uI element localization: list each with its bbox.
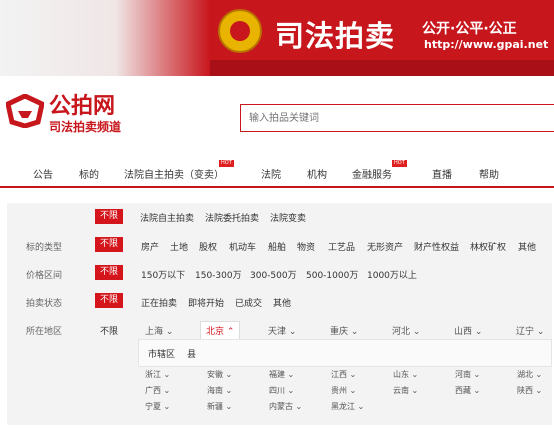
filter-option[interactable]: 1000万以上 xyxy=(367,268,417,281)
banner-fade xyxy=(0,0,210,76)
nav-item-court-auction[interactable]: 法院自主拍卖（变卖） xyxy=(124,166,224,181)
nav-item-announcement[interactable]: 公告 xyxy=(33,166,53,181)
filter-option[interactable]: 其他 xyxy=(273,296,291,309)
province-item[interactable]: 黑龙江 ⌄ xyxy=(331,401,364,412)
province-item[interactable]: 河南 ⌄ xyxy=(455,369,480,380)
filter-option[interactable]: 无形资产 xyxy=(367,240,403,253)
nav-item-help[interactable]: 帮助 xyxy=(479,166,499,181)
filter-unlimited-tag[interactable]: 不限 xyxy=(95,209,124,224)
filter-unlimited-tag[interactable]: 不限 xyxy=(95,293,124,308)
banner-title: 司法拍卖 xyxy=(275,19,396,53)
province-item[interactable]: 海南 ⌄ xyxy=(207,385,232,396)
site-logo-name[interactable]: 公拍网 xyxy=(49,88,115,120)
filter-option[interactable]: 已成交 xyxy=(235,296,262,309)
nav-item-court[interactable]: 法院 xyxy=(261,166,281,181)
filter-option[interactable]: 财产性权益 xyxy=(414,240,459,253)
filter-option[interactable]: 房产 xyxy=(141,240,159,253)
nav-item-subject[interactable]: 标的 xyxy=(79,166,99,181)
filter-unlimited-tag[interactable]: 不限 xyxy=(95,265,124,280)
nav-item-agency[interactable]: 机构 xyxy=(307,166,327,181)
province-item[interactable]: 河北 ⌄ xyxy=(392,324,420,337)
banner-url: http://www.gpai.net xyxy=(424,38,549,51)
province-item[interactable]: 天津 ⌄ xyxy=(268,324,296,337)
filter-option[interactable]: 500-1000万 xyxy=(306,268,358,281)
province-item[interactable]: 四川 ⌄ xyxy=(269,385,294,396)
hot-badge: HOT xyxy=(392,160,407,167)
province-item[interactable]: 辽宁 ⌄ xyxy=(516,324,544,337)
site-logo-subtitle: 司法拍卖频道 xyxy=(49,120,122,134)
filter-option[interactable]: 正在拍卖 xyxy=(141,296,177,309)
filter-option[interactable]: 300-500万 xyxy=(250,268,297,281)
filter-option[interactable]: 法院变卖 xyxy=(270,211,306,224)
top-banner: 司法拍卖 公开·公平·公正 http://www.gpai.net xyxy=(0,0,554,76)
gpai-logo-icon[interactable] xyxy=(6,94,44,128)
province-item[interactable]: 内蒙古 ⌄ xyxy=(269,401,302,412)
nav-item-live[interactable]: 直播 xyxy=(432,166,452,181)
filter-label-status: 拍卖状态 xyxy=(26,299,63,309)
filter-label-subject-type: 标的类型 xyxy=(26,243,63,253)
province-item[interactable]: 重庆 ⌄ xyxy=(330,324,358,337)
subregion-option[interactable]: 县 xyxy=(187,347,196,360)
province-item[interactable]: 陕西 ⌄ xyxy=(517,385,542,396)
filter-option[interactable]: 机动车 xyxy=(229,240,256,253)
filter-option[interactable]: 法院自主拍卖 xyxy=(140,211,194,224)
banner-slogan: 公开·公平·公正 xyxy=(422,21,517,37)
banner-wave xyxy=(210,60,554,76)
province-item[interactable]: 山东 ⌄ xyxy=(393,369,418,380)
nav-item-finance[interactable]: 金融服务 xyxy=(352,166,392,181)
province-item[interactable]: 贵州 ⌄ xyxy=(331,385,356,396)
province-item[interactable]: 湖北 ⌄ xyxy=(517,369,542,380)
province-item[interactable]: 西藏 ⌄ xyxy=(455,385,480,396)
province-item[interactable]: 云南 ⌄ xyxy=(393,385,418,396)
filter-option[interactable]: 物资 xyxy=(297,240,315,253)
province-item[interactable]: 宁夏 ⌄ xyxy=(145,401,170,412)
main-nav: 公告 标的 法院自主拍卖（变卖） HOT 法院 机构 金融服务 HOT 直播 帮… xyxy=(0,158,554,188)
search-input[interactable] xyxy=(240,104,554,132)
filter-label-price-range: 价格区间 xyxy=(26,271,63,281)
filter-option[interactable]: 船舶 xyxy=(268,240,286,253)
filter-option[interactable]: 即将开始 xyxy=(188,296,224,309)
province-item[interactable]: 新疆 ⌄ xyxy=(207,401,232,412)
court-emblem-icon xyxy=(218,9,262,53)
filter-option[interactable]: 股权 xyxy=(199,240,217,253)
filter-option[interactable]: 土地 xyxy=(170,240,188,253)
province-item[interactable]: 江西 ⌄ xyxy=(331,369,356,380)
filter-option[interactable]: 林权矿权 xyxy=(470,240,506,253)
filter-option[interactable]: 工艺品 xyxy=(328,240,355,253)
province-item[interactable]: 浙江 ⌄ xyxy=(145,369,170,380)
province-item[interactable]: 山西 ⌄ xyxy=(454,324,482,337)
province-item-active[interactable]: 北京 ⌃ xyxy=(200,321,241,339)
province-item[interactable]: 福建 ⌄ xyxy=(269,369,294,380)
subregion-option[interactable]: 市辖区 xyxy=(148,347,175,360)
province-item[interactable]: 上海 ⌄ xyxy=(145,324,173,337)
filter-unlimited-option[interactable]: 不限 xyxy=(100,324,118,337)
filter-option[interactable]: 法院委托拍卖 xyxy=(205,211,259,224)
filter-option[interactable]: 其他 xyxy=(518,240,536,253)
filter-option[interactable]: 150-300万 xyxy=(195,268,242,281)
filter-unlimited-tag[interactable]: 不限 xyxy=(95,237,124,252)
province-item[interactable]: 安徽 ⌄ xyxy=(207,369,232,380)
subregion-box: 市辖区 县 xyxy=(138,339,552,367)
hot-badge: HOT xyxy=(219,160,234,167)
filter-option[interactable]: 150万以下 xyxy=(141,268,185,281)
province-item[interactable]: 广西 ⌄ xyxy=(145,385,170,396)
filter-label-region: 所在地区 xyxy=(26,327,63,337)
